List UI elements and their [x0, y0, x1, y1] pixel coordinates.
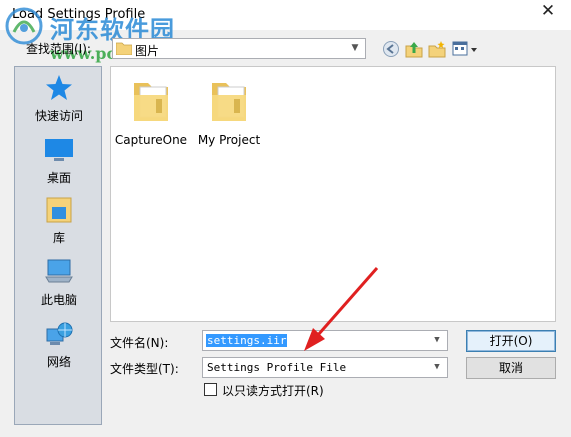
chevron-down-icon: ▼	[351, 43, 359, 53]
place-label: 桌面	[46, 171, 71, 185]
list-item[interactable]: CaptureOne	[111, 75, 191, 147]
place-label: 此电脑	[40, 293, 77, 307]
place-label: 快速访问	[34, 109, 83, 123]
place-this-pc[interactable]: 此电脑	[15, 257, 103, 308]
places-bar: 快速访问 桌面 库 此电脑 网络	[14, 66, 102, 425]
file-name-label: 文件名(N):	[110, 336, 169, 350]
read-only-checkbox[interactable]	[204, 383, 217, 396]
file-type-value: Settings Profile File	[207, 361, 347, 374]
look-in-label: 查找范围(I):	[26, 42, 91, 56]
place-label: 网络	[46, 355, 71, 369]
folder-icon	[212, 83, 246, 121]
place-label: 库	[52, 231, 65, 245]
file-list[interactable]: CaptureOne My Project	[110, 66, 556, 322]
look-in-dropdown[interactable]: 图片 ▼	[112, 38, 366, 59]
folder-icon	[116, 42, 132, 55]
library-icon	[46, 197, 72, 223]
place-quick-access[interactable]: 快速访问	[15, 73, 103, 124]
look-in-value: 图片	[135, 44, 160, 58]
desktop-icon	[45, 139, 73, 161]
file-type-label: 文件类型(T):	[110, 362, 179, 376]
place-network[interactable]: 网络	[15, 319, 103, 370]
chevron-down-icon: ▼	[434, 362, 440, 372]
chevron-down-icon[interactable]: ▼	[429, 331, 445, 350]
view-menu-icon[interactable]	[452, 40, 480, 58]
file-name: CaptureOne	[114, 133, 188, 147]
file-type-dropdown[interactable]: Settings Profile File ▼	[202, 357, 448, 378]
folder-icon	[134, 83, 168, 121]
close-button[interactable]: ✕	[533, 0, 563, 24]
new-folder-icon[interactable]	[428, 40, 446, 58]
place-desktop[interactable]: 桌面	[15, 135, 103, 186]
back-icon[interactable]	[382, 40, 400, 58]
file-name: My Project	[197, 133, 261, 147]
file-name-value: settings.iir	[206, 334, 288, 347]
file-name-field[interactable]: settings.iir ▼	[202, 330, 448, 351]
computer-icon	[45, 259, 73, 283]
open-button[interactable]: 打开(O)	[466, 330, 556, 352]
place-library[interactable]: 库	[15, 195, 103, 246]
cancel-button[interactable]: 取消	[466, 357, 556, 379]
read-only-label[interactable]: 以只读方式打开(R)	[222, 382, 324, 399]
list-item[interactable]: My Project	[189, 75, 269, 147]
network-icon	[46, 322, 73, 345]
star-icon	[46, 75, 72, 100]
up-folder-icon[interactable]	[405, 40, 423, 58]
